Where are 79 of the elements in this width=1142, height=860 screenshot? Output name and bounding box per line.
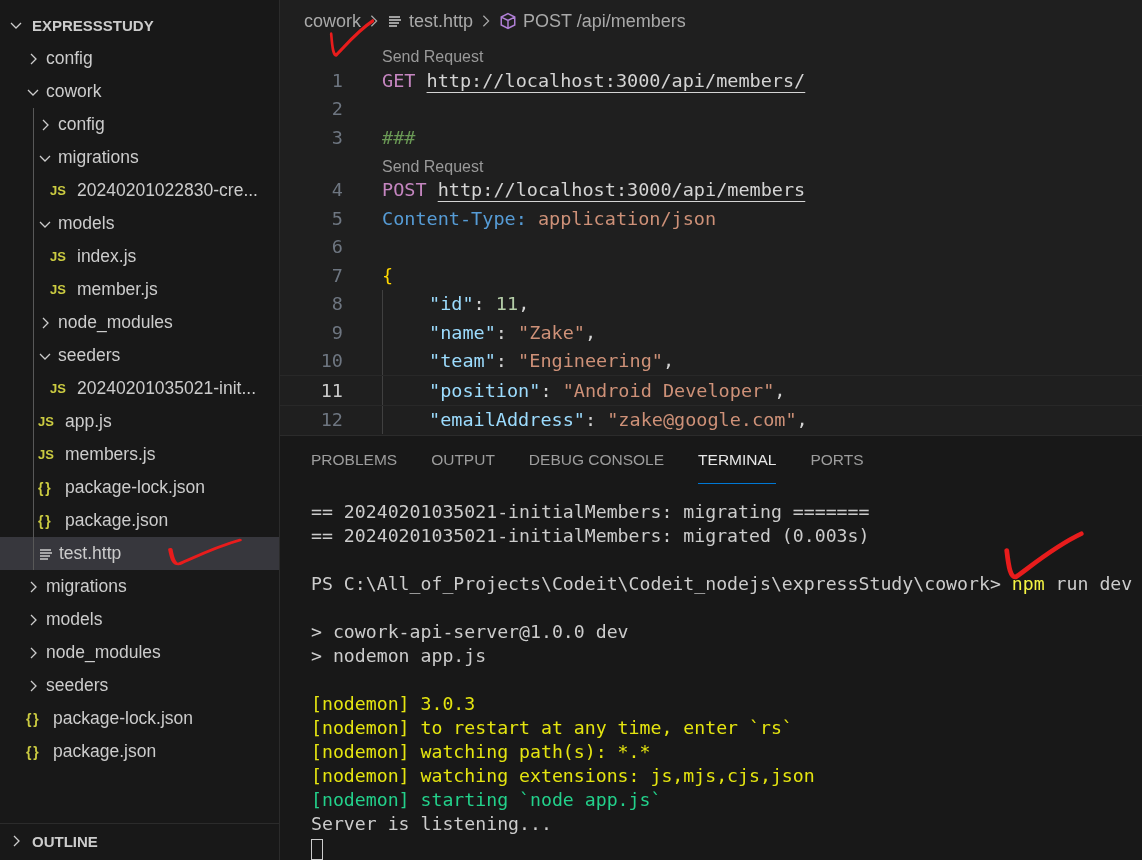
line-number: 8 bbox=[330, 293, 343, 315]
text-file-icon bbox=[387, 13, 403, 29]
json-file-icon: { } bbox=[26, 710, 48, 727]
file-item[interactable]: { } package.json bbox=[0, 735, 279, 768]
code-line: Content-Type: application/json bbox=[382, 206, 718, 231]
file-item[interactable]: JS members.js bbox=[0, 438, 279, 471]
js-file-icon: JS bbox=[38, 414, 60, 429]
terminal-line: == 20240201035021-initialMembers: migrated (0.003s) bbox=[311, 524, 871, 548]
panel-tab[interactable]: PORTS bbox=[810, 436, 864, 484]
line-number: 1 bbox=[330, 69, 343, 91]
outline-header[interactable]: OUTLINE bbox=[0, 823, 279, 858]
terminal-line: [nodemon] starting `node app.js` bbox=[311, 788, 663, 812]
terminal-line: [nodemon] 3.0.3 bbox=[311, 692, 477, 716]
line-number: 3 bbox=[330, 126, 343, 148]
line-number: 5 bbox=[330, 207, 343, 229]
code-line: "position": "Android Developer", bbox=[382, 376, 1142, 405]
terminal-line: PS C:\All_of_Projects\Codeit\Codeit_nodejs\expressStudy\cowork> npm run dev bbox=[311, 572, 1134, 596]
breadcrumb-item[interactable]: cowork bbox=[304, 10, 361, 32]
folder-item[interactable]: node_modules bbox=[0, 636, 279, 669]
panel-tab[interactable]: PROBLEMS bbox=[311, 436, 398, 484]
terminal-line: == 20240201035021-initialMembers: migrating ======= bbox=[311, 500, 871, 524]
line-number: 6 bbox=[330, 236, 343, 258]
code-line: "id": 11, bbox=[382, 289, 1142, 318]
file-item[interactable]: { } package.json bbox=[0, 504, 279, 537]
panel-tab[interactable]: DEBUG CONSOLE bbox=[528, 436, 665, 484]
breadcrumb-item[interactable]: test.http bbox=[409, 10, 474, 32]
folder-item[interactable]: models bbox=[0, 603, 279, 636]
file-item[interactable]: JS 20240201022830-cre... bbox=[0, 174, 279, 207]
folder-item[interactable]: seeders bbox=[0, 339, 279, 372]
js-file-icon: JS bbox=[50, 381, 72, 396]
file-item[interactable]: JS member.js bbox=[0, 273, 279, 306]
line-number: 7 bbox=[330, 264, 343, 286]
line-number: 4 bbox=[330, 179, 343, 201]
terminal-line: Server is listening... bbox=[311, 812, 553, 836]
terminal-line: > cowork-api-server@1.0.0 dev bbox=[311, 620, 630, 644]
js-file-icon: JS bbox=[50, 183, 72, 198]
folder-item[interactable]: seeders bbox=[0, 669, 279, 702]
file-item[interactable]: { } package-lock.json bbox=[0, 702, 279, 735]
folder-item[interactable]: models bbox=[0, 207, 279, 240]
cube-icon bbox=[499, 12, 518, 30]
folder-item[interactable]: node_modules bbox=[0, 306, 279, 339]
folder-item[interactable]: cowork bbox=[0, 75, 279, 108]
explorer-header[interactable]: EXPRESSSTUDY bbox=[0, 8, 279, 42]
line-number: 12 bbox=[319, 409, 343, 431]
code-line: "emailAddress": "zake@google.com", bbox=[382, 405, 1142, 434]
terminal-line: [nodemon] to restart at any time, enter `rs` bbox=[311, 716, 794, 740]
folder-item[interactable]: migrations bbox=[0, 141, 279, 174]
file-item[interactable]: JS 20240201035021-init... bbox=[0, 372, 279, 405]
code-line: POST http://localhost:3000/api/members bbox=[382, 178, 807, 203]
terminal-line: > nodemon app.js bbox=[311, 644, 488, 668]
js-file-icon: JS bbox=[50, 249, 72, 264]
folder-item[interactable]: config bbox=[0, 108, 279, 141]
send-request-link[interactable]: Send Request bbox=[382, 157, 484, 176]
code-line: "name": "Zake", bbox=[382, 318, 1142, 347]
line-number: 10 bbox=[319, 350, 343, 372]
send-request-link[interactable]: Send Request bbox=[382, 48, 484, 66]
json-file-icon: { } bbox=[38, 479, 60, 496]
line-number: 9 bbox=[330, 321, 343, 343]
js-file-icon: JS bbox=[50, 282, 72, 297]
file-item[interactable]: test.http bbox=[0, 537, 279, 570]
line-number: 2 bbox=[330, 98, 343, 120]
js-file-icon: JS bbox=[38, 447, 60, 462]
code-line: { bbox=[382, 263, 395, 288]
code-line: GET http://localhost:3000/api/members/ bbox=[382, 68, 807, 93]
panel-tab[interactable]: OUTPUT bbox=[431, 436, 495, 484]
json-file-icon: { } bbox=[26, 743, 48, 760]
file-item[interactable]: JS index.js bbox=[0, 240, 279, 273]
folder-item[interactable]: migrations bbox=[0, 570, 279, 603]
folder-item[interactable]: config bbox=[0, 42, 279, 75]
code-line: ### bbox=[382, 125, 417, 150]
file-item[interactable]: { } package-lock.json bbox=[0, 471, 279, 504]
code-line: "team": "Engineering", bbox=[382, 346, 1142, 375]
terminal-line: [nodemon] watching path(s): *.* bbox=[311, 740, 652, 764]
json-file-icon: { } bbox=[38, 512, 60, 529]
file-item[interactable]: JS app.js bbox=[0, 405, 279, 438]
breadcrumb-item[interactable]: POST /api/members bbox=[523, 10, 686, 32]
panel-tab[interactable]: TERMINAL bbox=[698, 436, 777, 484]
terminal-line: [nodemon] watching extensions: js,mjs,cjs,json bbox=[311, 764, 816, 788]
line-number: 11 bbox=[319, 379, 343, 401]
